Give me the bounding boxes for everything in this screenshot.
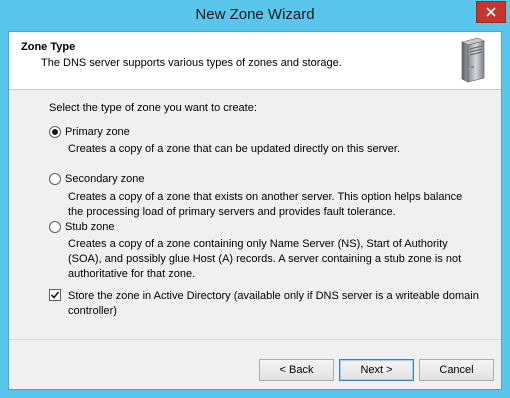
title-bar[interactable]: New Zone Wizard bbox=[0, 0, 510, 30]
primary-zone-description: Creates a copy of a zone that can be upd… bbox=[68, 143, 401, 155]
primary-zone-label: Primary zone bbox=[65, 126, 130, 138]
server-icon bbox=[461, 37, 485, 83]
store-in-ad-checkbox[interactable] bbox=[49, 289, 61, 301]
primary-zone-radio[interactable] bbox=[49, 126, 61, 138]
secondary-zone-option[interactable]: Secondary zone bbox=[49, 173, 145, 185]
store-in-ad-label: Store the zone in Active Directory (avai… bbox=[68, 290, 479, 317]
primary-zone-option[interactable]: Primary zone bbox=[49, 126, 130, 138]
back-button[interactable]: < Back bbox=[259, 359, 334, 381]
close-icon bbox=[486, 7, 496, 17]
store-in-ad-option[interactable] bbox=[49, 289, 65, 301]
checkmark-icon bbox=[50, 291, 60, 299]
page-title: Zone Type bbox=[21, 41, 76, 53]
cancel-button[interactable]: Cancel bbox=[419, 359, 494, 381]
stub-zone-radio[interactable] bbox=[49, 221, 61, 233]
next-button[interactable]: Next > bbox=[339, 359, 414, 381]
secondary-zone-description: Creates a copy of a zone that exists on … bbox=[68, 191, 463, 218]
dialog-body: Zone Type The DNS server supports variou… bbox=[8, 31, 502, 390]
footer-divider bbox=[9, 339, 501, 340]
zone-type-prompt: Select the type of zone you want to crea… bbox=[49, 102, 257, 114]
close-button[interactable] bbox=[476, 1, 506, 23]
secondary-zone-radio[interactable] bbox=[49, 173, 61, 185]
wizard-window: New Zone Wizard Zone Type The DNS server… bbox=[0, 0, 510, 398]
wizard-header: Zone Type The DNS server supports variou… bbox=[9, 32, 501, 90]
secondary-zone-label: Secondary zone bbox=[65, 173, 145, 185]
page-subtitle: The DNS server supports various types of… bbox=[41, 57, 342, 69]
window-title: New Zone Wizard bbox=[195, 6, 315, 23]
stub-zone-description: Creates a copy of a zone containing only… bbox=[68, 238, 462, 280]
stub-zone-label: Stub zone bbox=[65, 221, 115, 233]
stub-zone-option[interactable]: Stub zone bbox=[49, 221, 115, 233]
